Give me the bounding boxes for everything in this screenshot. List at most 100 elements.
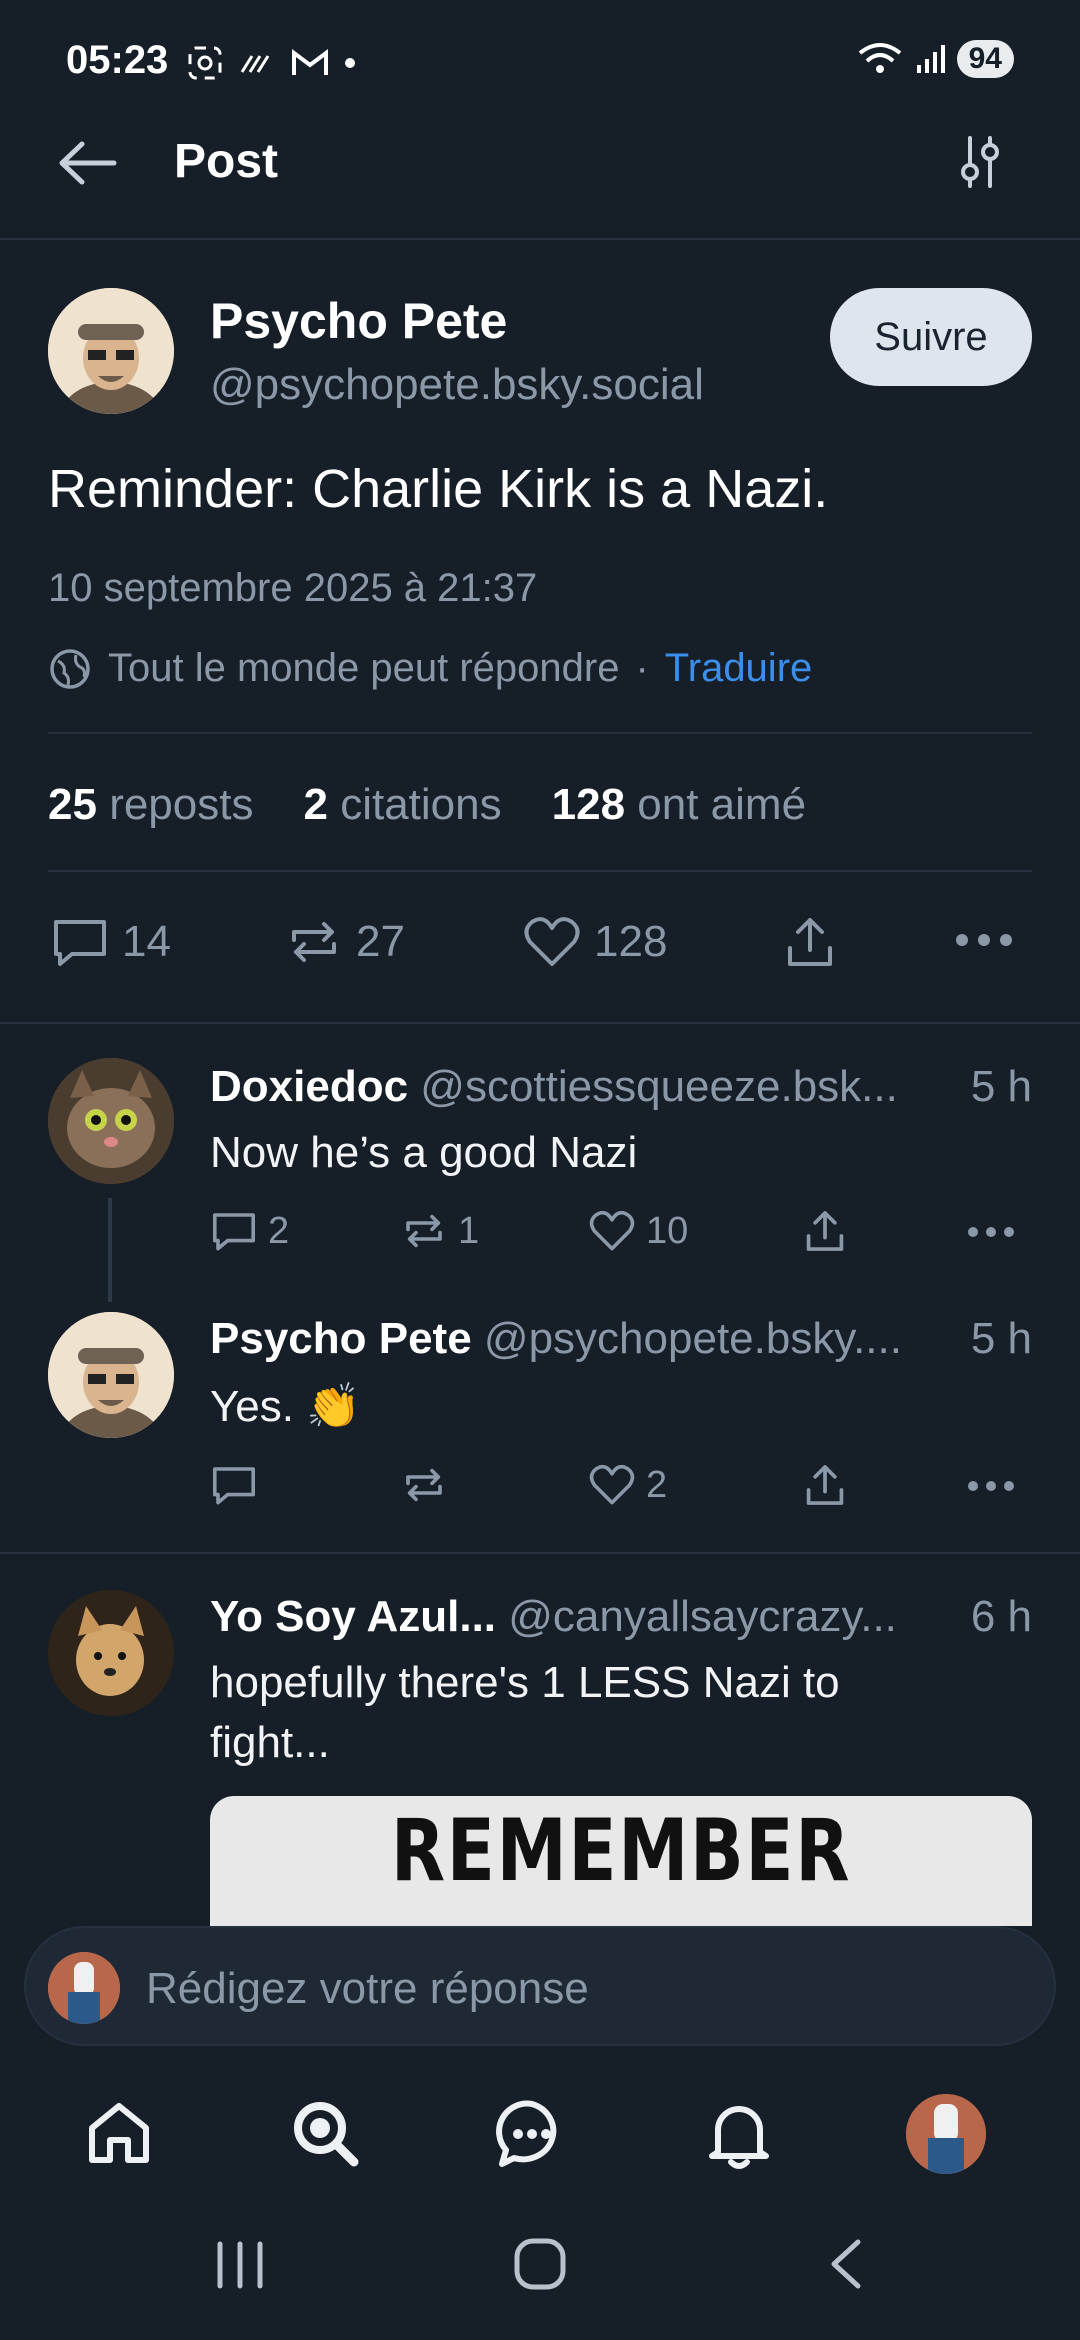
quotes-stat[interactable]: 2 citations: [303, 780, 501, 830]
like-button[interactable]: 2: [588, 1462, 667, 1508]
reply-text: Yes. 👏: [210, 1382, 362, 1431]
divider: [48, 732, 1032, 734]
reply-text-line-2: fight...: [210, 1718, 330, 1767]
status-notification-icons: [186, 44, 356, 82]
heart-icon: [589, 1210, 635, 1251]
compose-placeholder[interactable]: Rédigez votre réponse: [146, 1964, 589, 2014]
profile-avatar[interactable]: [906, 2094, 986, 2174]
status-time: 05:23: [66, 38, 169, 82]
reply-button[interactable]: 14: [50, 914, 171, 970]
wifi-icon: [858, 43, 901, 73]
repost-icon: [406, 1214, 442, 1248]
comment-icon: [54, 920, 106, 966]
divider: [0, 1552, 1080, 1554]
reply-time: 5 h: [970, 1314, 1032, 1363]
post-timestamp: 10 septembre 2025 à 21:37: [48, 566, 538, 610]
thread-line: [108, 1198, 112, 1302]
notifications-bell-icon[interactable]: [704, 2098, 774, 2170]
reply-text-line-1: hopefully there's 1 LESS Nazi to: [210, 1658, 840, 1707]
bottom-navigation: [0, 2070, 1080, 2200]
battery-indicator: 94: [956, 40, 1014, 78]
repost-button[interactable]: [400, 1462, 458, 1508]
back-button-icon[interactable]: [826, 2238, 866, 2290]
back-arrow-icon[interactable]: [56, 138, 120, 188]
reply-avatar[interactable]: [48, 1058, 174, 1184]
reply-time: 5 h: [970, 1062, 1032, 1111]
reply-author-name[interactable]: Doxiedoc: [210, 1062, 408, 1112]
translate-link[interactable]: Traduire: [665, 646, 812, 691]
my-avatar: [48, 1952, 120, 2024]
comment-icon: [213, 1467, 255, 1505]
reply-setting-row: Tout le monde peut répondre · Traduire: [48, 646, 812, 691]
compose-reply-bar[interactable]: Rédigez votre réponse: [24, 1926, 1056, 2046]
reply-author-handle[interactable]: @scottiessqueeze.bsk...: [420, 1062, 1032, 1112]
repost-count: 1: [458, 1209, 480, 1252]
settings-sliders-icon[interactable]: [956, 134, 1004, 190]
gmail-icon: [292, 49, 328, 75]
likes-stat[interactable]: 128 ont aimé: [552, 780, 806, 830]
reply-count: 14: [122, 917, 171, 966]
reply-avatar[interactable]: [48, 1312, 174, 1438]
page-title: Post: [174, 135, 279, 188]
repost-button[interactable]: 27: [284, 914, 405, 970]
dot-icon: [345, 58, 355, 68]
activity-icon: [240, 55, 270, 73]
divider: [0, 1022, 1080, 1024]
share-icon[interactable]: [802, 1208, 848, 1254]
search-icon[interactable]: [290, 2098, 362, 2170]
comment-icon: [213, 1213, 255, 1251]
like-count: 10: [646, 1209, 689, 1252]
heart-icon: [524, 917, 580, 966]
like-button[interactable]: 128: [522, 914, 667, 970]
globe-icon: [50, 648, 90, 689]
reply-author-name[interactable]: Psycho Pete: [210, 1314, 472, 1364]
reply-text: Now he’s a good Nazi: [210, 1128, 638, 1177]
separator-dot: ·: [635, 646, 649, 690]
image-caption-text: REMEMBER WHEN: [390, 1801, 852, 1926]
post-stats: 25 reposts 2 citations 128 ont aimé: [48, 780, 806, 830]
chat-icon[interactable]: [496, 2098, 568, 2170]
home-button-icon[interactable]: [512, 2236, 568, 2292]
like-button[interactable]: 10: [588, 1208, 688, 1254]
reply-button[interactable]: 2: [210, 1208, 289, 1254]
reply-header: Psycho Pete @psychopete.bsky....: [210, 1314, 1032, 1364]
reply-header: Doxiedoc @scottiessqueeze.bsk...: [210, 1062, 1032, 1112]
like-count: 2: [646, 1463, 668, 1506]
system-navigation: [0, 2200, 1080, 2340]
reply-setting-text[interactable]: Tout le monde peut répondre: [108, 646, 619, 691]
share-icon[interactable]: [782, 914, 838, 970]
reply-author-name[interactable]: Yo Soy Azul...: [210, 1592, 496, 1642]
follow-button[interactable]: Suivre: [830, 288, 1032, 386]
screenshot-icon: [188, 46, 222, 80]
repost-icon: [406, 1468, 442, 1502]
reply-count: 2: [268, 1209, 290, 1252]
more-options-icon[interactable]: [966, 1225, 1016, 1239]
reply-time: 6 h: [970, 1592, 1032, 1641]
reply-header: Yo Soy Azul... @canyallsaycrazy...: [210, 1592, 1032, 1642]
repost-button[interactable]: 1: [400, 1208, 479, 1254]
repost-count: 27: [356, 917, 405, 966]
reply-image[interactable]: REMEMBER WHEN: [210, 1796, 1032, 1926]
author-avatar[interactable]: [48, 288, 174, 414]
like-count: 128: [594, 917, 668, 966]
share-icon[interactable]: [802, 1462, 848, 1508]
reply-avatar[interactable]: [48, 1590, 174, 1716]
header: [0, 120, 1080, 240]
signal-icon: [916, 45, 945, 73]
more-options-icon[interactable]: [966, 1479, 1016, 1493]
reply-author-handle[interactable]: @psychopete.bsky....: [484, 1314, 1032, 1364]
author-name[interactable]: Psycho Pete: [210, 292, 507, 350]
reposts-stat[interactable]: 25 reposts: [48, 780, 253, 830]
divider: [48, 870, 1032, 872]
more-options-icon[interactable]: [954, 932, 1014, 948]
post-text: Reminder: Charlie Kirk is a Nazi.: [48, 459, 829, 519]
heart-icon: [589, 1464, 635, 1505]
status-system-icons: 94: [857, 40, 1014, 78]
home-icon[interactable]: [84, 2098, 154, 2168]
repost-icon: [292, 922, 336, 962]
reply-button[interactable]: [210, 1462, 268, 1508]
reply-author-handle[interactable]: @canyallsaycrazy...: [508, 1592, 1032, 1642]
recent-apps-icon[interactable]: [214, 2240, 266, 2290]
author-handle[interactable]: @psychopete.bsky.social: [210, 360, 704, 410]
status-bar: 05:23 94: [0, 0, 1080, 120]
